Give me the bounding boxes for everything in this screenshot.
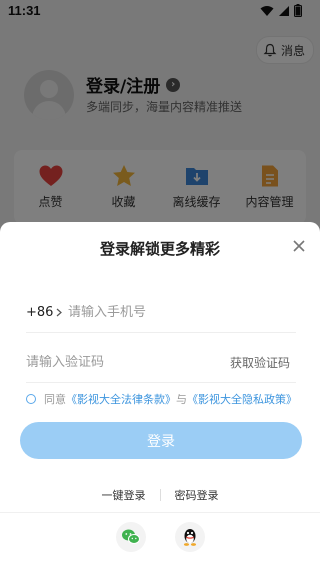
wechat-icon (122, 529, 140, 544)
country-code-selector[interactable]: +86 (26, 305, 68, 320)
login-sheet: 登录解锁更多精彩 +86 获取验证码 同意 《影视大全法律条款》 与 《影视大全… (0, 222, 320, 569)
privacy-link[interactable]: 《影视大全隐私政策》 (187, 391, 297, 407)
agree-checkbox[interactable] (26, 394, 36, 404)
verification-code-input[interactable] (26, 354, 176, 370)
qq-login-button[interactable] (175, 522, 205, 552)
close-icon[interactable] (292, 239, 306, 253)
alt-login-row: 一键登录 密码登录 (0, 486, 320, 504)
country-code: +86 (26, 304, 54, 320)
qq-icon (183, 529, 197, 546)
terms-link[interactable]: 《影视大全法律条款》 (66, 391, 176, 407)
agree-prefix: 同意 (44, 393, 66, 406)
agreement-row: 同意 《影视大全法律条款》 与 《影视大全隐私政策》 (26, 390, 316, 408)
login-button[interactable]: 登录 (20, 422, 302, 459)
wechat-login-button[interactable] (116, 522, 146, 552)
chevron-right-icon (57, 308, 63, 316)
sheet-title: 登录解锁更多精彩 (99, 240, 220, 258)
separator (159, 489, 161, 501)
code-row: 获取验证码 (26, 342, 296, 383)
one-click-login-link[interactable]: 一键登录 (102, 487, 146, 503)
phone-row: +86 (26, 292, 296, 333)
password-login-link[interactable]: 密码登录 (175, 487, 219, 503)
divider (0, 512, 320, 513)
agree-and: 与 (176, 393, 187, 406)
phone-input[interactable] (68, 304, 268, 320)
get-code-button[interactable]: 获取验证码 (230, 354, 290, 371)
